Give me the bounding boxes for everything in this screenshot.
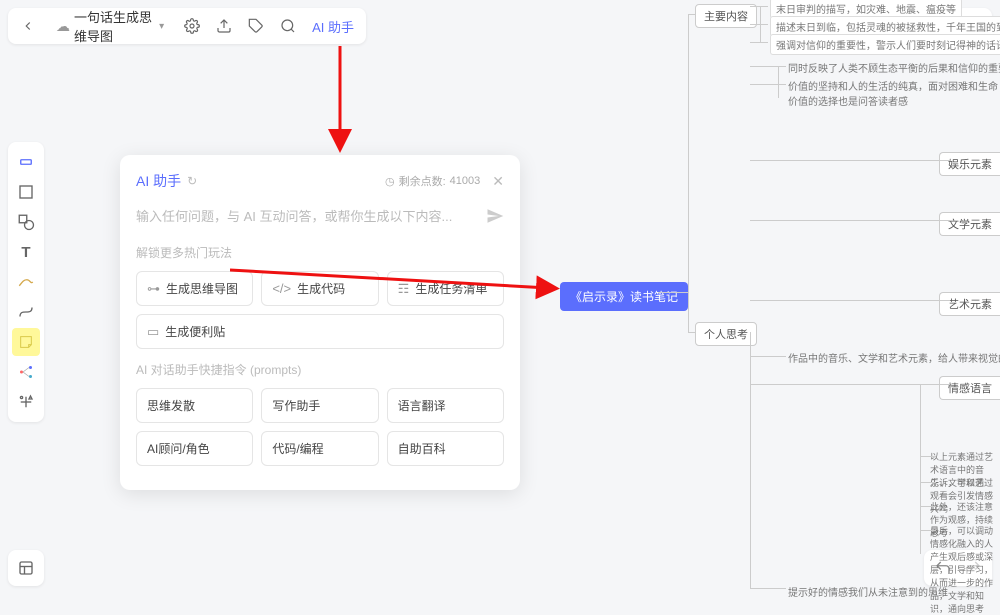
layers-button[interactable] [8,550,44,586]
mindmap-leaf[interactable]: 作品中的音乐、文学和艺术元素，给人带来视觉的情感提醒 [788,350,1000,365]
panel-title: AI 助手↻ [136,171,197,191]
prompts-label: AI 对话助手快捷指令 (prompts) [136,361,504,378]
ai-assistant-panel: AI 助手↻ ◷ 剩余点数: 41003 ✕ 解锁更多热门玩法 ⊶生成思维导图 … [120,155,520,490]
tool-mindmap[interactable] [12,358,40,386]
left-toolbox: T [8,142,44,422]
chip-gen-mindmap[interactable]: ⊶生成思维导图 [136,271,253,306]
chip-encyclopedia[interactable]: 自助百科 [387,431,504,466]
list-icon: ☶ [398,281,410,297]
tool-sticky-note[interactable] [12,328,40,356]
tool-shape[interactable] [12,208,40,236]
mindmap-icon: ⊶ [147,281,160,297]
mindmap-node[interactable]: 情感语言 [939,376,1000,400]
code-icon: </> [272,281,291,296]
clock-icon: ◷ [385,175,395,188]
mindmap-node[interactable]: 娱乐元素 [939,152,1000,176]
mindmap-node[interactable]: 个人思考 [695,322,757,346]
settings-icon[interactable] [180,14,204,38]
tool-more[interactable] [12,388,40,416]
chip-ai-role[interactable]: AI顾问/角色 [136,431,253,466]
tool-text[interactable]: T [12,238,40,266]
prompt-input[interactable] [136,203,504,230]
doc-title-text: 一句话生成思维导图 [74,7,155,45]
tool-select[interactable] [12,148,40,176]
cloud-icon: ☁ [56,18,70,35]
top-toolbar: ☁ 一句话生成思维导图 ▾ AI 助手 [8,8,366,44]
mindmap-leaf[interactable]: 同时反映了人类不顾生态平衡的后果和信仰的重要性 [788,60,1000,75]
close-button[interactable]: ✕ [492,173,504,190]
mindmap-root-node[interactable]: 《启示录》读书笔记 [560,282,688,311]
chip-translate[interactable]: 语言翻译 [387,388,504,423]
tool-pen[interactable] [12,268,40,296]
chip-writing[interactable]: 写作助手 [261,388,378,423]
back-button[interactable] [16,14,40,38]
chip-diverge[interactable]: 思维发散 [136,388,253,423]
send-button[interactable] [486,207,504,225]
tag-icon[interactable] [244,14,268,38]
mindmap-canvas[interactable]: 《启示录》读书笔记 主要内容 个人思考 末日审判的描写，如灾难、地震、瘟疫等 描… [560,0,1000,594]
mindmap-node[interactable]: 艺术元素 [939,292,1000,316]
chip-gen-sticky[interactable]: ▭生成便利贴 [136,314,504,349]
chip-gen-tasklist[interactable]: ☶生成任务清单 [387,271,504,306]
mindmap-leaf[interactable]: 强调对信仰的重要性，警示人们要时刻记得神的话语 [770,34,1000,55]
chevron-down-icon: ▾ [159,21,164,32]
tool-frame[interactable] [12,178,40,206]
ai-assistant-button[interactable]: AI 助手 [308,15,358,38]
mindmap-leaf[interactable]: 最后，可以调动情感化融入的人产生观后感或深层，引导学习，从而进一步的作品，文学和… [930,524,1000,615]
credits-display: ◷ 剩余点数: 41003 [385,173,480,189]
export-icon[interactable] [212,14,236,38]
doc-title-dropdown[interactable]: ☁ 一句话生成思维导图 ▾ [48,3,172,49]
hot-topics-label: 解锁更多热门玩法 [136,244,504,261]
mindmap-node[interactable]: 主要内容 [695,4,757,28]
annotation-arrow-1 [320,46,360,156]
chip-coding[interactable]: 代码/编程 [261,431,378,466]
search-icon[interactable] [276,14,300,38]
tool-connector[interactable] [12,298,40,326]
refresh-icon[interactable]: ↻ [187,174,197,188]
mindmap-leaf[interactable]: 提示好的情感我们从未注意到的思维 [788,584,948,599]
mindmap-node[interactable]: 文学元素 [939,212,1000,236]
sticky-icon: ▭ [147,324,159,340]
chip-gen-code[interactable]: </>生成代码 [261,271,378,306]
mindmap-leaf[interactable]: 价值的坚持和人的生活的纯真，面对困难和生命价值的选择也是问答读者感 [788,78,998,108]
